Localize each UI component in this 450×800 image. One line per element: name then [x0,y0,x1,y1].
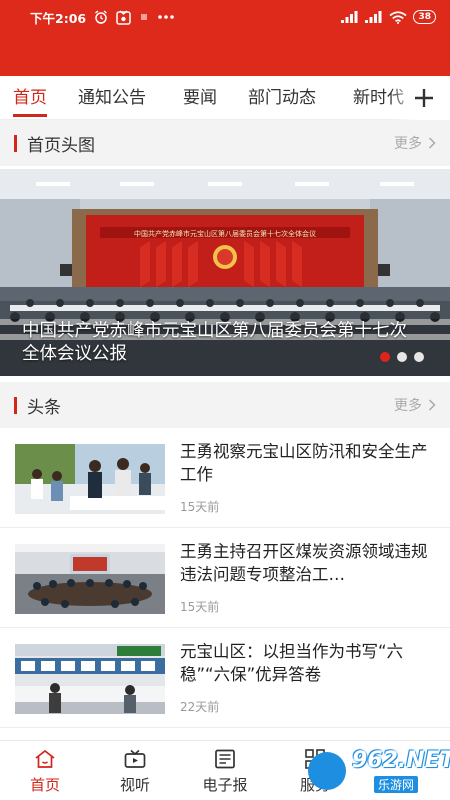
nav-home[interactable]: 首页 [5,741,85,800]
news-item[interactable]: 元宝山区：以担当作为书写“六稳”“六保”优异答卷 22天前 [0,628,450,728]
news-title: 王勇视察元宝山区防汛和安全生产工作 [180,442,428,484]
news-title: 元宝山区：以担当作为书写“六稳”“六保”优异答卷 [180,642,404,684]
nav-e-paper[interactable]: 电子报 [185,741,265,800]
news-thumbnail [15,644,165,714]
watermark-subtext: 乐游网 [374,776,419,793]
more-link[interactable]: 更多 [394,395,436,415]
watermark-logo-icon [308,752,346,790]
nav-media[interactable]: 视听 [95,741,175,800]
tv-icon [124,749,146,768]
site-watermark: 962.NET 乐游网 [308,748,450,794]
chevron-right-icon [428,137,436,149]
news-age: 15天前 [180,600,220,614]
tab-notices[interactable]: 通知公告 [78,76,146,120]
tab-department-news[interactable]: 部门动态 [248,76,316,120]
news-age: 22天前 [180,700,220,714]
news-item[interactable]: 王勇视察元宝山区防汛和安全生产工作 15天前 [0,428,450,528]
more-label: 更多 [394,136,422,152]
watermark-text: 962.NET [352,748,450,773]
news-age: 15天前 [180,500,220,514]
dot-icon [139,12,149,22]
nav-label: 首页 [29,776,60,794]
news-thumbnail [15,444,165,514]
add-channel-icon[interactable] [414,88,434,108]
app-icon [116,9,131,25]
section-title: 首页头图 [27,135,95,156]
news-title: 王勇主持召开区煤炭资源领域违规违法问题专项整治工… [180,542,428,584]
wifi-icon [389,10,408,24]
tab-headline-news[interactable]: 要闻 [183,76,217,120]
section-marker [14,396,17,414]
battery-icon: 38 [413,10,436,24]
alarm-icon [94,10,108,24]
banner-caption: 中国共产党赤峰市元宝山区第八届委员会第十七次全体会议公报 [22,321,407,364]
signal-icon-2 [365,11,383,23]
news-thumbnail [15,544,165,614]
signal-icon [341,11,359,23]
section-title: 头条 [27,397,61,418]
chevron-right-icon [428,399,436,411]
nav-label: 视听 [119,776,150,794]
more-dots-icon [157,14,175,20]
more-link[interactable]: 更多 [394,133,436,153]
status-bar: 下午2:06 38 [0,0,450,34]
home-icon [35,749,55,768]
news-item[interactable]: 王勇主持召开区煤炭资源领域违规违法问题专项整治工… 15天前 [0,528,450,628]
more-label: 更多 [394,398,422,414]
newspaper-icon [215,749,235,769]
channel-tabs: 首页 通知公告 要闻 部门动态 新时代 [0,76,450,120]
section-header-top-news: 头条 更多 [0,382,450,428]
section-marker [14,134,17,152]
tab-home[interactable]: 首页 [13,76,47,120]
stage-banner-text: 中国共产党赤峰市元宝山区第八届委员会第十七次全体会议 [134,229,316,238]
carousel-dot-active[interactable] [380,352,390,362]
carousel-dot[interactable] [414,352,424,362]
banner-carousel[interactable]: 中国共产党赤峰市元宝山区第八届委员会第十七次全体会议 中国共产党赤峰市元宝山区第… [0,169,450,376]
nav-label: 电子报 [202,776,248,794]
section-header-headline-images: 首页头图 更多 [0,120,450,166]
status-time: 下午2:06 [30,10,87,26]
carousel-dot[interactable] [397,352,407,362]
carousel-indicator [380,352,424,362]
